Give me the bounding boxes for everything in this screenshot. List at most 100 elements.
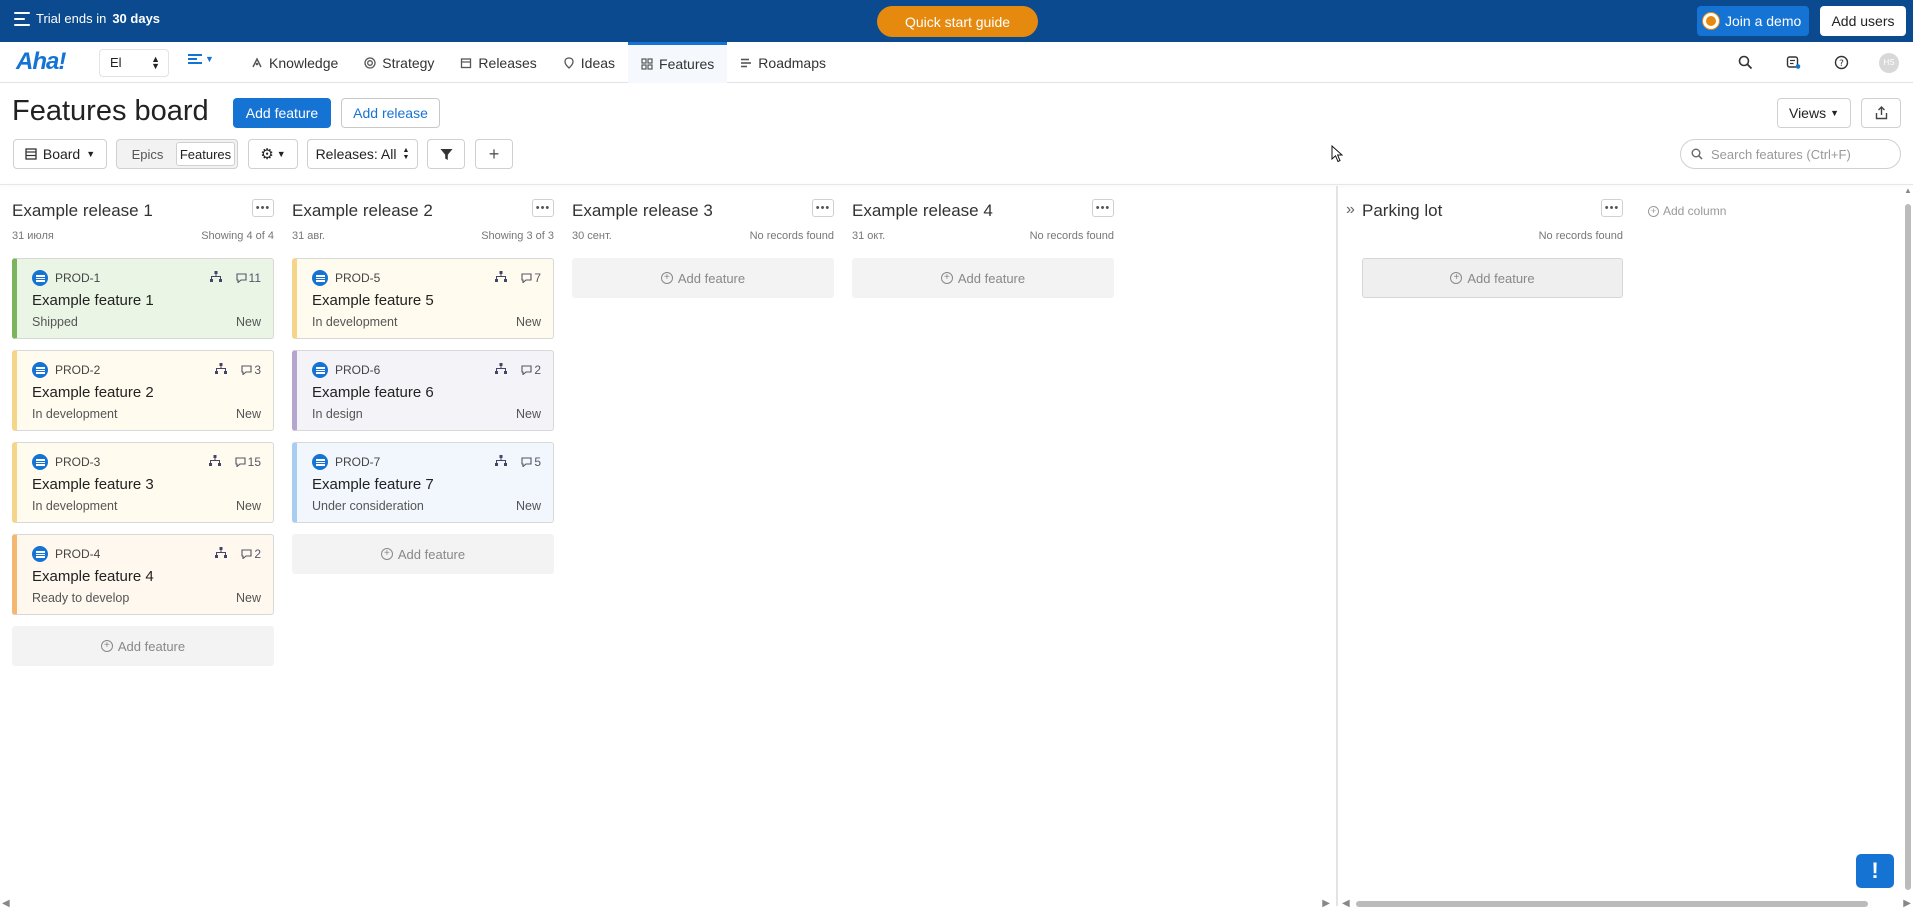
avatar: HS <box>1879 52 1899 73</box>
feature-card[interactable]: PROD-4 2 Example feature 4 Ready to deve… <box>12 534 274 615</box>
more-options-icon[interactable]: ••• <box>1092 199 1114 217</box>
feature-card[interactable]: PROD-5 7 Example feature 5 In developmen… <box>292 258 554 339</box>
comment-count[interactable]: 2 <box>241 547 261 561</box>
feature-name[interactable]: Example feature 4 <box>32 568 261 585</box>
scroll-up-icon[interactable]: ▲ <box>1904 186 1912 195</box>
filter-button[interactable] <box>427 139 465 169</box>
board-horizontal-scrollbar[interactable]: ◀ ▶ <box>0 897 1336 909</box>
releases-filter-select[interactable]: Releases: All ▲ ▼ <box>307 139 418 169</box>
add-column-button[interactable]: + Add column <box>1648 204 1726 218</box>
parking-lot-divider[interactable] <box>1336 186 1338 906</box>
aha-logo[interactable]: Aha! <box>16 48 66 76</box>
hierarchy-icon[interactable] <box>215 363 228 377</box>
column-header: Example release 3 ••• <box>572 195 834 225</box>
workspace-select[interactable]: El ▲ ▼ <box>99 49 169 77</box>
comment-count[interactable]: 3 <box>241 363 261 377</box>
more-options-icon[interactable]: ••• <box>1601 199 1623 217</box>
add-feature-card-button[interactable]: + Add feature <box>572 258 834 298</box>
column-title[interactable]: Example release 3 <box>572 201 713 221</box>
workspace-menu-toggle[interactable]: ▼ <box>188 54 214 64</box>
record-count: No records found <box>749 230 834 242</box>
feature-name[interactable]: Example feature 3 <box>32 476 261 493</box>
card-list: PROD-5 7 Example feature 5 In developmen… <box>292 258 554 574</box>
add-release-button[interactable]: Add release <box>341 98 440 128</box>
user-menu[interactable]: HS <box>1865 42 1913 83</box>
notifications-icon[interactable] <box>1769 42 1817 83</box>
comment-number: 2 <box>254 547 261 561</box>
search-icon[interactable] <box>1721 42 1769 83</box>
scrollbar-thumb[interactable] <box>1905 204 1911 890</box>
nav-roadmaps[interactable]: Roadmaps <box>727 42 839 83</box>
feature-name[interactable]: Example feature 7 <box>312 476 541 493</box>
add-users-button[interactable]: Add users <box>1820 6 1906 36</box>
menu-icon[interactable] <box>14 11 30 26</box>
epics-toggle[interactable]: Epics <box>119 142 176 166</box>
column-title[interactable]: Example release 4 <box>852 201 993 221</box>
join-demo-button[interactable]: Join a demo <box>1697 6 1809 36</box>
comment-count[interactable]: 5 <box>521 455 541 469</box>
hierarchy-icon[interactable] <box>495 455 508 469</box>
hierarchy-icon[interactable] <box>209 271 222 285</box>
search-input[interactable] <box>1711 146 1891 162</box>
scroll-right-icon[interactable]: ▶ <box>1322 898 1330 909</box>
feature-card[interactable]: PROD-6 2 Example feature 6 In design New <box>292 350 554 431</box>
more-options-icon[interactable]: ••• <box>812 199 834 217</box>
help-chat-button[interactable]: ! <box>1856 854 1894 888</box>
views-label: Views <box>1788 105 1827 121</box>
feature-status: In design <box>312 407 363 421</box>
vertical-scrollbar[interactable]: ▲ <box>1903 186 1913 897</box>
comment-count[interactable]: 7 <box>521 271 541 285</box>
settings-dropdown[interactable]: ⚙ ▼ <box>248 139 298 169</box>
feature-name[interactable]: Example feature 1 <box>32 292 261 309</box>
add-feature-card-button[interactable]: + Add feature <box>1362 258 1623 298</box>
add-feature-card-button[interactable]: + Add feature <box>12 626 274 666</box>
nav-releases[interactable]: Releases <box>447 42 549 83</box>
collapse-chevron-icon[interactable]: » <box>1346 201 1355 219</box>
add-feature-card-button[interactable]: + Add feature <box>852 258 1114 298</box>
feature-name[interactable]: Example feature 6 <box>312 384 541 401</box>
feature-name[interactable]: Example feature 5 <box>312 292 541 309</box>
feature-card[interactable]: PROD-3 15 Example feature 3 In developme… <box>12 442 274 523</box>
features-icon <box>641 58 653 70</box>
column-title[interactable]: Example release 2 <box>292 201 433 221</box>
nav-strategy[interactable]: Strategy <box>351 42 447 83</box>
add-filter-button[interactable]: + <box>475 139 513 169</box>
quick-start-button[interactable]: Quick start guide <box>877 6 1038 37</box>
hierarchy-icon[interactable] <box>215 547 228 561</box>
ideas-icon <box>563 56 575 69</box>
comment-count[interactable]: 2 <box>521 363 541 377</box>
nav-features[interactable]: Features <box>628 42 728 83</box>
feature-name[interactable]: Example feature 2 <box>32 384 261 401</box>
feature-card[interactable]: PROD-7 5 Example feature 7 Under conside… <box>292 442 554 523</box>
scroll-right-icon[interactable]: ▶ <box>1903 898 1911 909</box>
add-feature-card-button[interactable]: + Add feature <box>292 534 554 574</box>
feature-card[interactable]: PROD-2 3 Example feature 2 In developmen… <box>12 350 274 431</box>
more-options-icon[interactable]: ••• <box>252 199 274 217</box>
more-options-icon[interactable]: ••• <box>532 199 554 217</box>
scroll-left-icon[interactable]: ◀ <box>1342 898 1350 909</box>
parking-horizontal-scrollbar[interactable]: ◀ ▶ <box>1340 897 1913 909</box>
scrollbar-thumb[interactable] <box>1356 901 1868 907</box>
comment-count[interactable]: 11 <box>235 271 261 285</box>
comment-count[interactable]: 15 <box>235 455 261 469</box>
nav-knowledge[interactable]: Knowledge <box>238 42 351 83</box>
views-dropdown[interactable]: Views ▼ <box>1777 98 1851 128</box>
hierarchy-icon[interactable] <box>495 271 508 285</box>
features-toggle[interactable]: Features <box>176 142 235 166</box>
scroll-left-icon[interactable]: ◀ <box>2 898 10 909</box>
trial-notice[interactable]: Trial ends in 30 days <box>14 11 160 26</box>
help-icon[interactable]: ? <box>1817 42 1865 83</box>
column-title[interactable]: Example release 1 <box>12 201 153 221</box>
feature-status: Shipped <box>32 315 78 329</box>
hierarchy-icon[interactable] <box>208 455 221 469</box>
plus-circle-icon: + <box>380 548 393 560</box>
add-feature-button[interactable]: Add feature <box>233 98 331 128</box>
export-button[interactable] <box>1861 98 1901 128</box>
hierarchy-icon[interactable] <box>495 363 508 377</box>
feature-tag: New <box>235 315 261 329</box>
column-title[interactable]: Parking lot <box>1362 201 1442 221</box>
feature-card[interactable]: PROD-1 11 Example feature 1 Shipped New <box>12 258 274 339</box>
board-view-dropdown[interactable]: Board ▼ <box>13 139 107 169</box>
nav-ideas[interactable]: Ideas <box>550 42 628 83</box>
column-meta: 31 окт. No records found <box>852 230 1114 250</box>
